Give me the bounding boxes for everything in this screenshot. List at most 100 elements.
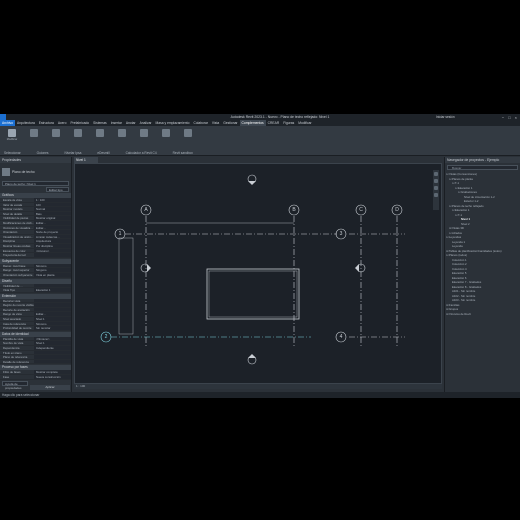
property-value[interactable]: Editar... — [34, 225, 71, 230]
property-value[interactable]: Norte de proyecto — [34, 230, 71, 234]
property-key: Visualización de unión... — [3, 234, 34, 239]
property-value[interactable]: Nueva construcción — [34, 375, 71, 379]
property-value[interactable] — [34, 298, 71, 303]
minimize-icon[interactable]: − — [502, 115, 504, 120]
ribbon-panel-title[interactable]: Seleccionar — [4, 151, 21, 155]
property-value[interactable] — [34, 283, 71, 288]
property-key: Profundidad de recorte — [3, 326, 32, 330]
ribbon-tool-button[interactable] — [114, 129, 130, 145]
close-icon[interactable]: × — [515, 115, 517, 120]
property-value[interactable]: Normal — [34, 207, 71, 211]
property-value[interactable]: Mostrar completa — [34, 370, 71, 374]
pan-icon[interactable] — [434, 193, 438, 197]
property-value[interactable]: Vista en planta — [34, 272, 71, 277]
ribbon-tool-button[interactable] — [158, 129, 174, 145]
grid-label-horizontal[interactable]: 3 — [340, 231, 343, 237]
viewcube-icon[interactable] — [434, 172, 438, 176]
ribbon-panel-title[interactable]: Nivelar Ipsa — [65, 151, 82, 155]
grid-label-vertical[interactable]: D — [395, 207, 399, 213]
property-row[interactable]: Vista Tipo Elevación 1 — [0, 288, 71, 293]
property-value[interactable]: Editar... — [34, 312, 71, 317]
property-value[interactable]: Independiente — [34, 346, 71, 350]
grid-label-horizontal[interactable]: 1 — [119, 231, 122, 237]
property-value[interactable]: Arquitectura — [34, 239, 71, 243]
type-selector[interactable]: Plano de techo — [2, 164, 69, 180]
ceiling-plan-drawing[interactable]: A B C D 1 2 3 4 — [75, 164, 443, 385]
browser-node-label: Planos (todos) — [449, 253, 468, 257]
maximize-icon[interactable]: □ — [508, 115, 510, 120]
property-value[interactable]: Limpiar todas las... — [34, 234, 71, 239]
view-control-bar[interactable]: 1 : 100 — [74, 384, 442, 389]
grid-label-horizontal[interactable]: 4 — [340, 334, 343, 340]
property-value[interactable]: Ninguno — [34, 268, 71, 272]
browser-node-label: Colección 1 — [452, 257, 467, 262]
grid-label-vertical[interactable]: A — [144, 207, 148, 213]
ribbon-tool-button[interactable] — [26, 129, 42, 145]
ribbon-tool-button[interactable] — [180, 129, 196, 145]
property-key: Nombre de vista — [3, 341, 24, 346]
property-row[interactable]: Fase Nueva construcción — [0, 375, 71, 380]
property-value[interactable] — [34, 307, 71, 312]
property-row[interactable]: Orientación subyacente Vista en planta — [0, 272, 71, 278]
property-value[interactable] — [34, 303, 71, 307]
drawing-canvas[interactable]: A B C D 1 2 3 4 — [74, 163, 442, 384]
instance-selector[interactable]: Plano de techo: Nivel 1 — [2, 181, 69, 186]
property-value[interactable]: Nivel 1 — [34, 317, 71, 321]
zoom-icon[interactable] — [434, 186, 438, 190]
browser-search-input[interactable]: Buscar — [447, 165, 518, 170]
ribbon-tool-button[interactable] — [136, 129, 152, 145]
property-key: Mostrar líneas ocultas — [3, 243, 31, 248]
property-value[interactable]: Por disciplina — [34, 243, 71, 248]
sign-in-link[interactable]: Iniciar sesión — [436, 115, 455, 119]
browser-node-label: Grabaciones — [461, 190, 477, 194]
property-groups: Editar tipo Gráficos Escala de vista 1 : 10… — [0, 187, 71, 390]
browser-node-label: Nivel 2 — [461, 221, 470, 226]
property-value[interactable]: 100 — [34, 202, 71, 207]
property-value[interactable]: Mostrar original — [34, 216, 71, 220]
project-browser-header: Navegador de proyectos - Ejemplo — [445, 157, 520, 163]
property-value[interactable] — [34, 253, 71, 257]
property-value[interactable] — [34, 355, 71, 359]
property-value[interactable]: Editar... — [34, 220, 71, 225]
browser-node-label: Vistas (Convenciones) — [449, 172, 477, 176]
browser-node-label: Alzados — [452, 230, 462, 235]
property-value[interactable]: <ninguno> — [34, 248, 71, 253]
ribbon-panel-title[interactable]: Revit sandbox — [173, 151, 193, 155]
properties-help-link[interactable]: Ayuda de propiedades — [2, 380, 28, 390]
ribbon-panel-title[interactable]: Guiones — [37, 151, 49, 155]
project-browser: Navegador de proyectos - Ejemplo Buscar … — [444, 157, 520, 392]
property-row[interactable]: Detalle de referencia — [0, 359, 71, 365]
property-value[interactable] — [34, 359, 71, 364]
property-value[interactable]: Sin recortar — [34, 326, 71, 330]
ribbon-panel-title[interactable]: eDesmill — [97, 151, 109, 155]
property-value[interactable]: Ninguno — [34, 263, 71, 268]
grid-label-vertical[interactable]: C — [359, 207, 363, 213]
property-value[interactable] — [34, 350, 71, 355]
property-key: Escala de vista — [3, 198, 22, 202]
grid-label-vertical[interactable]: B — [292, 207, 296, 213]
property-value[interactable]: Elevación 1 — [34, 288, 71, 292]
browser-node-label: T-1 — [455, 181, 460, 185]
property-key: Rango: nivel superior — [3, 268, 30, 272]
property-value[interactable]: Bajo — [34, 211, 71, 216]
property-value[interactable]: 1 : 100 — [34, 198, 71, 202]
ribbon-tool-button[interactable] — [70, 129, 86, 145]
ribbon-panel-title[interactable]: Calculador a Revit C4 — [126, 151, 157, 155]
property-row[interactable]: Profundidad de recorte Sin recortar — [0, 326, 71, 331]
browser-node-label: A102 - Sin nombre — [452, 293, 476, 298]
type-name: Plano de techo — [12, 170, 35, 174]
property-value[interactable]: Ninguno — [34, 321, 71, 326]
edit-type-button[interactable]: Editar tipo — [46, 187, 69, 192]
property-value[interactable]: Nivel 1 — [34, 341, 71, 346]
ribbon-tool-button[interactable]: Modificar — [4, 129, 20, 145]
property-value[interactable]: <Ninguno> — [34, 336, 71, 341]
steering-wheel-icon[interactable] — [434, 179, 438, 183]
browser-tree-node[interactable]: ⊞Vínculos de Revit — [446, 312, 520, 317]
property-key: Caja de referencia — [3, 321, 26, 326]
apply-button[interactable]: Aplicar — [30, 385, 70, 390]
property-row[interactable]: Trayectoria del sol — [0, 253, 71, 258]
ribbon-tool-button[interactable] — [92, 129, 108, 145]
browser-node-label: Tablas de planificación/Cantidades (todo… — [449, 248, 502, 253]
grid-label-horizontal[interactable]: 2 — [105, 334, 108, 340]
ribbon-tool-button[interactable] — [48, 129, 64, 145]
